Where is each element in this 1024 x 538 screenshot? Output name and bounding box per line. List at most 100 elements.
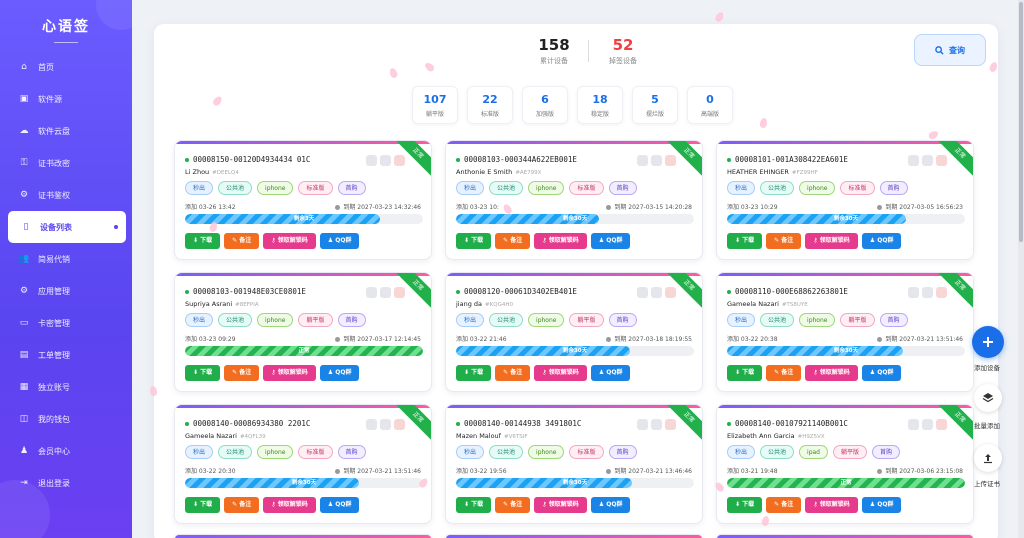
sidebar-item-member[interactable]: ♟ 会员中心 xyxy=(0,435,132,467)
delete-icon[interactable] xyxy=(936,419,947,430)
download-button[interactable]: ⬇ 下载 xyxy=(456,365,492,381)
device-card[interactable] xyxy=(174,534,432,538)
lock-icon[interactable] xyxy=(908,287,919,298)
delete-icon[interactable] xyxy=(936,287,947,298)
shield-icon[interactable] xyxy=(651,287,662,298)
unlock-code-button[interactable]: ⚷ 领取解锁码 xyxy=(805,233,858,249)
download-button[interactable]: ⬇ 下载 xyxy=(456,233,492,249)
note-button[interactable]: ✎ 备注 xyxy=(224,497,260,513)
delete-icon[interactable] xyxy=(394,155,405,166)
device-card[interactable]: 正常 00008120-00061D3402EB401E jiang da #KQ… xyxy=(445,272,703,392)
shield-icon[interactable] xyxy=(651,419,662,430)
delete-icon[interactable] xyxy=(665,287,676,298)
qq-group-button[interactable]: ♟ QQ群 xyxy=(861,233,902,249)
lock-icon[interactable] xyxy=(908,155,919,166)
delete-icon[interactable] xyxy=(665,419,676,430)
download-button[interactable]: ⬇ 下载 xyxy=(456,497,492,513)
lock-icon[interactable] xyxy=(366,155,377,166)
device-card[interactable]: 正常 00008140-00107921140B001C Elizabeth A… xyxy=(716,404,974,524)
device-card[interactable]: 正常 00008101-001A308422EA601E HEATHER EHI… xyxy=(716,140,974,260)
download-button[interactable]: ⬇ 下载 xyxy=(727,497,763,513)
unlock-code-button[interactable]: ⚷ 领取解锁码 xyxy=(805,365,858,381)
stat-card[interactable]: 6 加强版 xyxy=(522,86,568,124)
lock-icon[interactable] xyxy=(637,155,648,166)
sidebar-item-wallet[interactable]: ◫ 我的钱包 xyxy=(0,403,132,435)
unlock-code-button[interactable]: ⚷ 领取解锁码 xyxy=(263,497,316,513)
shield-icon[interactable] xyxy=(651,155,662,166)
device-card[interactable] xyxy=(716,534,974,538)
note-button[interactable]: ✎ 备注 xyxy=(224,233,260,249)
qq-group-button[interactable]: ♟ QQ群 xyxy=(861,365,902,381)
unlock-code-button[interactable]: ⚷ 领取解锁码 xyxy=(534,497,587,513)
qq-group-button[interactable]: ♟ QQ群 xyxy=(319,497,360,513)
device-card[interactable]: 正常 00008103-000344A622EB001E Anthonie E … xyxy=(445,140,703,260)
device-card[interactable]: 正常 00008110-000E68862263801E Gameela Naz… xyxy=(716,272,974,392)
device-card[interactable]: 正常 00008140-00144938 3491801C Mazen Malo… xyxy=(445,404,703,524)
device-card[interactable]: 正常 00008103-001948E03CE0801E Supriya Asr… xyxy=(174,272,432,392)
note-button[interactable]: ✎ 备注 xyxy=(766,365,802,381)
lock-icon[interactable] xyxy=(366,419,377,430)
qq-group-button[interactable]: ♟ QQ群 xyxy=(590,497,631,513)
sidebar-item-home[interactable]: ⌂ 首页 xyxy=(0,51,132,83)
delete-icon[interactable] xyxy=(394,419,405,430)
unlock-code-button[interactable]: ⚷ 领取解锁码 xyxy=(534,365,587,381)
download-button[interactable]: ⬇ 下载 xyxy=(185,365,221,381)
device-card[interactable] xyxy=(445,534,703,538)
lock-icon[interactable] xyxy=(637,287,648,298)
stat-card[interactable]: 18 稳定版 xyxy=(577,86,623,124)
qq-group-button[interactable]: ♟ QQ群 xyxy=(590,233,631,249)
unlock-code-button[interactable]: ⚷ 领取解锁码 xyxy=(805,497,858,513)
shield-icon[interactable] xyxy=(922,419,933,430)
note-button[interactable]: ✎ 备注 xyxy=(766,233,802,249)
delete-icon[interactable] xyxy=(936,155,947,166)
note-button[interactable]: ✎ 备注 xyxy=(495,497,531,513)
shield-icon[interactable] xyxy=(380,155,391,166)
stat-card[interactable]: 5 摆烂版 xyxy=(632,86,678,124)
delete-icon[interactable] xyxy=(394,287,405,298)
delete-icon[interactable] xyxy=(665,155,676,166)
upload-cert-button[interactable] xyxy=(974,444,1002,472)
unlock-code-button[interactable]: ⚷ 领取解锁码 xyxy=(263,233,316,249)
download-button[interactable]: ⬇ 下载 xyxy=(727,365,763,381)
note-button[interactable]: ✎ 备注 xyxy=(495,233,531,249)
stat-card[interactable]: 107 躺平版 xyxy=(412,86,458,124)
batch-add-button[interactable] xyxy=(974,384,1002,412)
sidebar-item-phone[interactable]: ▯ 设备列表 xyxy=(8,211,126,243)
sidebar-item-apps[interactable]: ⚙ 应用管理 xyxy=(0,275,132,307)
note-button[interactable]: ✎ 备注 xyxy=(495,365,531,381)
qq-group-button[interactable]: ♟ QQ群 xyxy=(319,233,360,249)
shield-icon[interactable] xyxy=(922,155,933,166)
add-device-button[interactable] xyxy=(972,326,1004,358)
download-button[interactable]: ⬇ 下载 xyxy=(727,233,763,249)
qq-group-button[interactable]: ♟ QQ群 xyxy=(861,497,902,513)
query-button[interactable]: 查询 xyxy=(914,34,986,66)
sidebar-item-key[interactable]: ⚿ 证书改密 xyxy=(0,147,132,179)
note-button[interactable]: ✎ 备注 xyxy=(224,365,260,381)
shield-icon[interactable] xyxy=(380,419,391,430)
device-card[interactable]: 正常 00008150-00120D4934434 01C Li Zhou #DE… xyxy=(174,140,432,260)
sidebar-item-users[interactable]: 👥 简易代销 xyxy=(0,243,132,275)
sidebar-item-logout[interactable]: ⇥ 退出登录 xyxy=(0,467,132,499)
shield-icon[interactable] xyxy=(922,287,933,298)
sidebar-item-ticket[interactable]: ▤ 工单管理 xyxy=(0,339,132,371)
sidebar-item-account[interactable]: ▦ 独立账号 xyxy=(0,371,132,403)
lock-icon[interactable] xyxy=(366,287,377,298)
sidebar-item-card[interactable]: ▭ 卡密管理 xyxy=(0,307,132,339)
qq-group-button[interactable]: ♟ QQ群 xyxy=(590,365,631,381)
stat-card[interactable]: 22 标准版 xyxy=(467,86,513,124)
sidebar-item-box[interactable]: ▣ 软件源 xyxy=(0,83,132,115)
qq-group-button[interactable]: ♟ QQ群 xyxy=(319,365,360,381)
note-button[interactable]: ✎ 备注 xyxy=(766,497,802,513)
unlock-code-button[interactable]: ⚷ 领取解锁码 xyxy=(534,233,587,249)
sidebar-item-cloud[interactable]: ☁ 软件云盘 xyxy=(0,115,132,147)
page-scrollbar[interactable] xyxy=(1018,0,1024,538)
scrollbar-thumb[interactable] xyxy=(1019,2,1023,242)
download-button[interactable]: ⬇ 下载 xyxy=(185,497,221,513)
device-card[interactable]: 正常 00008140-00086934380 2201C Gameela Na… xyxy=(174,404,432,524)
stat-card[interactable]: 0 高端版 xyxy=(687,86,733,124)
shield-icon[interactable] xyxy=(380,287,391,298)
download-button[interactable]: ⬇ 下载 xyxy=(185,233,221,249)
lock-icon[interactable] xyxy=(908,419,919,430)
unlock-code-button[interactable]: ⚷ 领取解锁码 xyxy=(263,365,316,381)
sidebar-item-gear[interactable]: ⚙ 证书鉴权 xyxy=(0,179,132,211)
